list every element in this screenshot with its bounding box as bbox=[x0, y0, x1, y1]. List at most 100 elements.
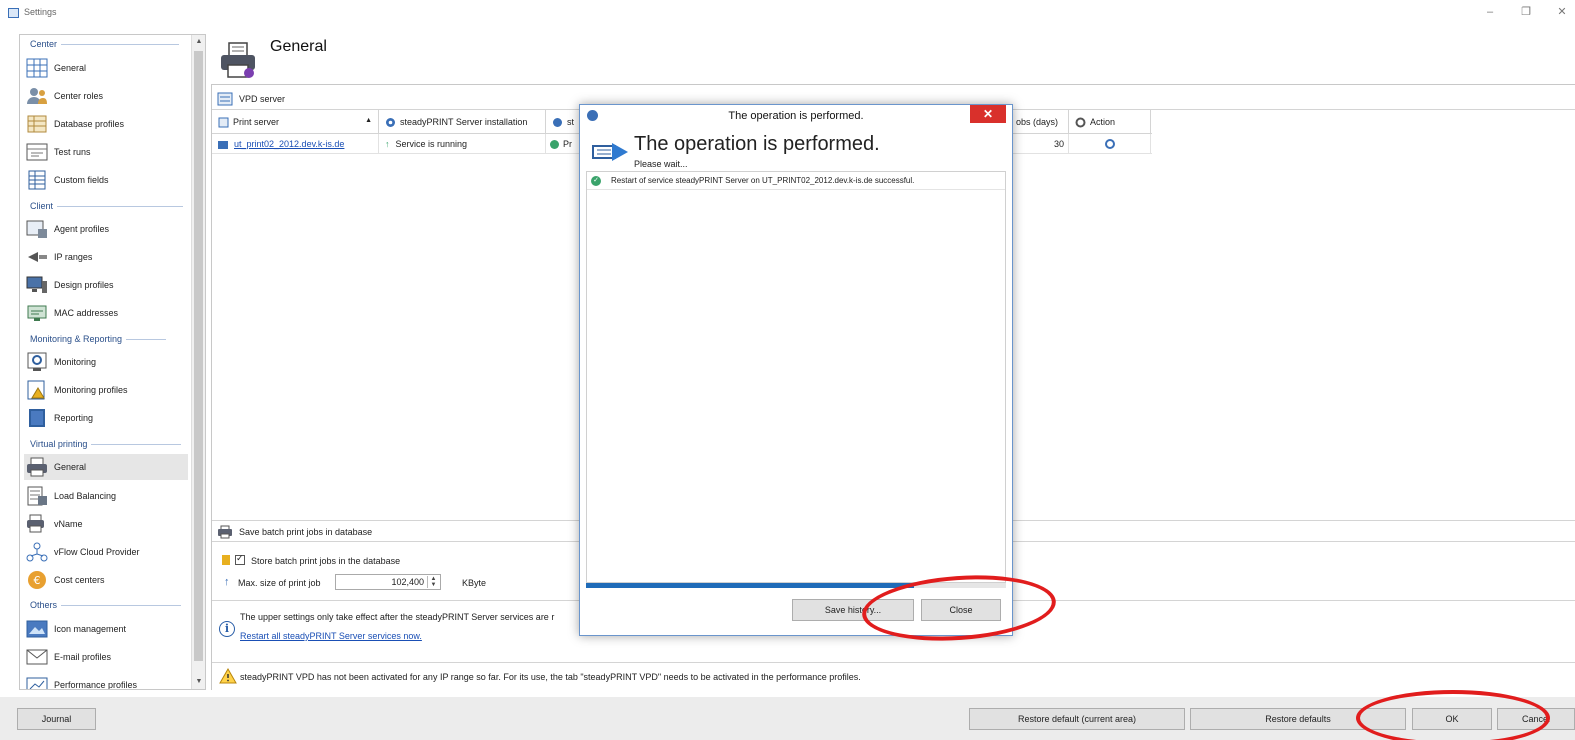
sidebar-item-load-balancing[interactable]: Load Balancing bbox=[24, 483, 188, 509]
bottom-button-bar: Journal Restore default (current area) R… bbox=[0, 697, 1575, 740]
sidebar-nav: Center General Center roles Database pro… bbox=[19, 34, 206, 690]
image-icon bbox=[26, 620, 48, 638]
sidebar-group-monitoring: Monitoring & Reporting bbox=[30, 334, 167, 344]
cell-installation-status: ↑ Service is running bbox=[379, 134, 546, 154]
arrow-up-icon: ↑ bbox=[224, 576, 230, 588]
store-batch-label: Store batch print jobs in the database bbox=[251, 556, 401, 566]
cell-jobs-days: 30 bbox=[1012, 134, 1069, 154]
dialog-heading: The operation is performed. bbox=[634, 133, 880, 155]
test-icon bbox=[26, 143, 48, 161]
design-icon bbox=[26, 276, 47, 293]
sidebar-item-design-profiles[interactable]: Design profiles bbox=[24, 272, 188, 298]
server-link-icon bbox=[218, 140, 228, 149]
scrollbar-thumb[interactable] bbox=[194, 51, 203, 661]
cell-print-server[interactable]: ut_print02_2012.dev.k-is.de bbox=[212, 134, 379, 154]
fields-icon bbox=[28, 170, 46, 190]
progress-fill bbox=[586, 583, 914, 588]
sidebar-item-monitoring[interactable]: Monitoring bbox=[24, 349, 188, 375]
server-icon bbox=[217, 92, 233, 106]
printer-icon bbox=[27, 457, 47, 477]
sidebar-item-test-runs[interactable]: Test runs bbox=[24, 139, 188, 165]
sidebar-item-vname[interactable]: vName bbox=[24, 511, 188, 537]
arrow-up-icon: ↑ bbox=[385, 139, 390, 149]
restore-current-area-button[interactable]: Restore default (current area) bbox=[969, 708, 1185, 730]
cost-icon: € bbox=[28, 571, 46, 589]
warning-text: steadyPRINT VPD has not been activated f… bbox=[240, 672, 861, 682]
print-server-link[interactable]: ut_print02_2012.dev.k-is.de bbox=[234, 139, 344, 149]
max-size-unit: KByte bbox=[462, 578, 487, 588]
sort-ascending-icon: ▲ bbox=[365, 117, 372, 124]
column-jobs-days[interactable]: obs (days) bbox=[1012, 110, 1069, 134]
window-title: Settings bbox=[24, 7, 57, 17]
column-print-server[interactable]: Print server ▲ bbox=[212, 110, 379, 134]
arrow-right-icon bbox=[592, 143, 628, 161]
sidebar-scrollbar[interactable]: ▲ ▼ bbox=[191, 35, 205, 689]
sidebar-item-performance-profiles[interactable]: Performance profiles bbox=[24, 672, 188, 689]
sidebar-item-agent-profiles[interactable]: Agent profiles bbox=[24, 216, 188, 242]
vname-icon bbox=[27, 514, 44, 533]
sidebar-item-cost-centers[interactable]: € Cost centers bbox=[24, 567, 188, 593]
column-action[interactable]: Action bbox=[1069, 110, 1151, 134]
scroll-down-icon[interactable]: ▼ bbox=[192, 675, 205, 689]
sidebar-item-mac-addresses[interactable]: MAC addresses bbox=[24, 300, 188, 326]
column-server-installation[interactable]: steadyPRINT Server installation bbox=[379, 110, 546, 134]
sidebar-item-center-roles[interactable]: Center roles bbox=[24, 83, 188, 109]
load-balancing-icon bbox=[27, 486, 47, 506]
minimize-button[interactable]: – bbox=[1480, 4, 1500, 20]
store-batch-checkbox[interactable] bbox=[235, 553, 245, 565]
max-size-label: Max. size of print job bbox=[238, 578, 321, 588]
batch-settings: Store batch print jobs in the database ↑… bbox=[212, 542, 592, 600]
agent-icon bbox=[26, 220, 47, 238]
svg-text:€: € bbox=[34, 574, 41, 587]
printer-icon bbox=[221, 42, 255, 78]
info-icon: i bbox=[219, 621, 235, 637]
maximize-button[interactable]: ❐ bbox=[1516, 4, 1536, 20]
email-icon bbox=[26, 649, 48, 665]
monitoring-profile-icon bbox=[27, 380, 45, 400]
reporting-icon bbox=[29, 409, 45, 427]
grid-icon bbox=[26, 58, 48, 78]
globe-icon bbox=[553, 118, 562, 128]
sidebar-item-custom-fields[interactable]: Custom fields bbox=[24, 167, 188, 193]
dialog-close-x-button[interactable]: ✕ bbox=[970, 105, 1006, 123]
sidebar-item-center-general[interactable]: General bbox=[24, 55, 188, 81]
dialog-title: The operation is performed. bbox=[728, 110, 864, 122]
sidebar-item-database-profiles[interactable]: Database profiles bbox=[24, 111, 188, 137]
mac-icon bbox=[27, 305, 47, 321]
sidebar-item-virtual-general[interactable]: General bbox=[24, 454, 188, 480]
database-icon bbox=[222, 555, 230, 565]
network-icon bbox=[28, 252, 47, 262]
sidebar-group-client: Client bbox=[30, 201, 184, 211]
operation-dialog: The operation is performed. ✕ The operat… bbox=[579, 104, 1013, 636]
sidebar-item-ip-ranges[interactable]: IP ranges bbox=[24, 244, 188, 270]
warning-icon bbox=[219, 668, 237, 684]
info-text: The upper settings only take effect afte… bbox=[240, 612, 555, 622]
sidebar-item-email-profiles[interactable]: E-mail profiles bbox=[24, 644, 188, 670]
list-item: ✓ Restart of service steadyPRINT Server … bbox=[587, 172, 1005, 190]
restart-services-link[interactable]: Restart all steadyPRINT Server services … bbox=[240, 631, 422, 641]
page-title: General bbox=[270, 38, 327, 55]
annotation-circle-ok bbox=[1356, 690, 1550, 740]
server-icon bbox=[218, 117, 229, 128]
sidebar-item-reporting[interactable]: Reporting bbox=[24, 405, 188, 431]
sidebar-item-monitoring-profiles[interactable]: Monitoring profiles bbox=[24, 377, 188, 403]
sidebar-group-others: Others bbox=[30, 600, 182, 610]
warning-message: steadyPRINT VPD has not been activated f… bbox=[212, 662, 1575, 690]
title-bar: Settings – ❐ ✕ bbox=[0, 0, 1575, 26]
settings-app-icon bbox=[8, 8, 19, 18]
journal-button[interactable]: Journal bbox=[17, 708, 96, 730]
action-gear-icon[interactable] bbox=[1104, 139, 1115, 149]
dialog-title-bar: The operation is performed. ✕ bbox=[580, 105, 1012, 127]
scroll-up-icon[interactable]: ▲ bbox=[192, 35, 205, 49]
sidebar-item-icon-management[interactable]: Icon management bbox=[24, 616, 188, 642]
sidebar-item-vflow-cloud-provider[interactable]: vFlow Cloud Provider bbox=[24, 539, 188, 565]
max-size-input[interactable]: 102,400 ▲ ▼ bbox=[335, 574, 441, 590]
monitoring-icon bbox=[27, 352, 47, 371]
check-circle-icon: ✓ bbox=[591, 176, 601, 186]
spinner-icon[interactable]: ▲ ▼ bbox=[427, 576, 439, 588]
sidebar-group-center: Center bbox=[30, 39, 180, 49]
sidebar-group-virtual-printing: Virtual printing bbox=[30, 439, 182, 449]
dialog-subheading: Please wait... bbox=[634, 159, 688, 169]
cell-action[interactable] bbox=[1069, 134, 1151, 154]
close-window-button[interactable]: ✕ bbox=[1552, 4, 1572, 20]
